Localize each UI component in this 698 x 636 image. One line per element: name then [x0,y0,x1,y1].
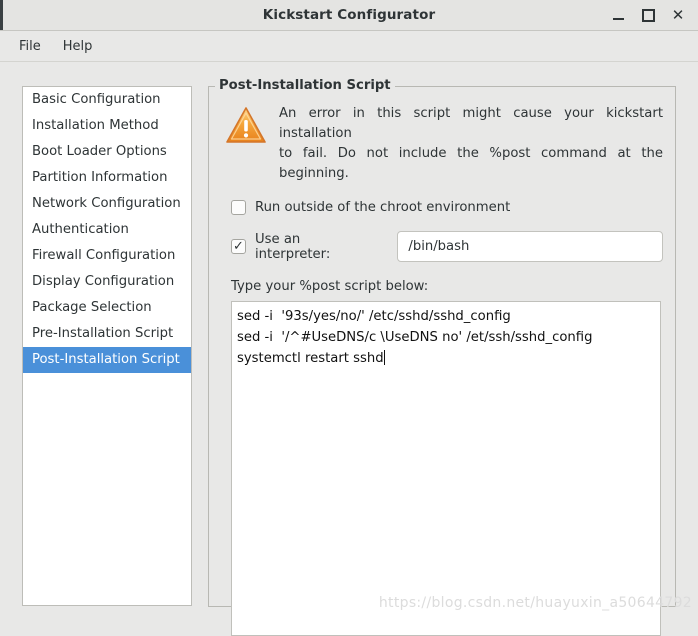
warning-triangle-icon [225,105,267,149]
chroot-checkbox-label: Run outside of the chroot environment [255,200,511,215]
sidebar-item-authentication[interactable]: Authentication [23,217,191,243]
close-icon: ✕ [671,5,685,24]
menu-bar: File Help [0,31,698,62]
sidebar-item-pre-installation-script[interactable]: Pre-Installation Script [23,321,191,347]
window-edge-accent [0,0,3,30]
title-bar: Kickstart Configurator ✕ [0,0,698,31]
interpreter-checkbox[interactable]: ✓ [231,239,246,254]
script-line-2: sed -i '/^#UseDNS/c \UseDNS no' /et/ssh/… [237,330,593,345]
menu-item-file[interactable]: File [10,36,50,57]
close-button[interactable]: ✕ [664,2,692,28]
post-script-textarea[interactable]: sed -i '93s/yes/no/' /etc/sshd/sshd_conf… [231,301,661,636]
minimize-button[interactable] [604,2,632,28]
interpreter-row[interactable]: ✓ Use an interpreter: [231,231,663,262]
script-line-1: sed -i '93s/yes/no/' /etc/sshd/sshd_conf… [237,309,511,324]
sidebar-item-installation-method[interactable]: Installation Method [23,113,191,139]
menu-item-help[interactable]: Help [54,36,102,57]
script-line-3: systemctl restart sshd [237,348,656,369]
sidebar-item-boot-loader-options[interactable]: Boot Loader Options [23,139,191,165]
text-cursor [383,350,385,365]
sidebar-item-partition-information[interactable]: Partition Information [23,165,191,191]
sidebar-item-post-installation-script[interactable]: Post-Installation Script [23,347,191,373]
interpreter-input[interactable] [397,231,663,262]
maximize-icon [641,8,655,22]
warning-text-line-1: An error in this script might cause your… [279,106,663,141]
sidebar-item-display-configuration[interactable]: Display Configuration [23,269,191,295]
checkmark-icon: ✓ [233,238,244,254]
window-controls: ✕ [604,0,692,30]
script-line-3-text: systemctl restart sshd [237,351,384,366]
chroot-checkbox[interactable]: ✓ [231,200,246,215]
warning-text: An error in this script might cause your… [279,104,663,184]
sidebar-item-network-configuration[interactable]: Network Configuration [23,191,191,217]
sidebar-item-basic-configuration[interactable]: Basic Configuration [23,87,191,113]
group-legend: Post-Installation Script [215,78,395,93]
warning-banner: An error in this script might cause your… [221,103,663,184]
script-instruction-label: Type your %post script below: [231,279,429,294]
chroot-checkbox-row[interactable]: ✓ Run outside of the chroot environment [231,200,663,215]
interpreter-checkbox-label: Use an interpreter: [255,231,331,262]
post-installation-script-group: Post-Installation Script An error in thi… [208,78,676,636]
warning-text-line-2: to fail. Do not include the %post comman… [279,146,663,181]
main-content: Basic Configuration Installation Method … [0,62,698,636]
minimize-icon [612,18,624,20]
maximize-button[interactable] [634,2,662,28]
window-title: Kickstart Configurator [262,7,436,23]
category-list[interactable]: Basic Configuration Installation Method … [22,86,192,606]
sidebar-item-package-selection[interactable]: Package Selection [23,295,191,321]
sidebar-item-firewall-configuration[interactable]: Firewall Configuration [23,243,191,269]
